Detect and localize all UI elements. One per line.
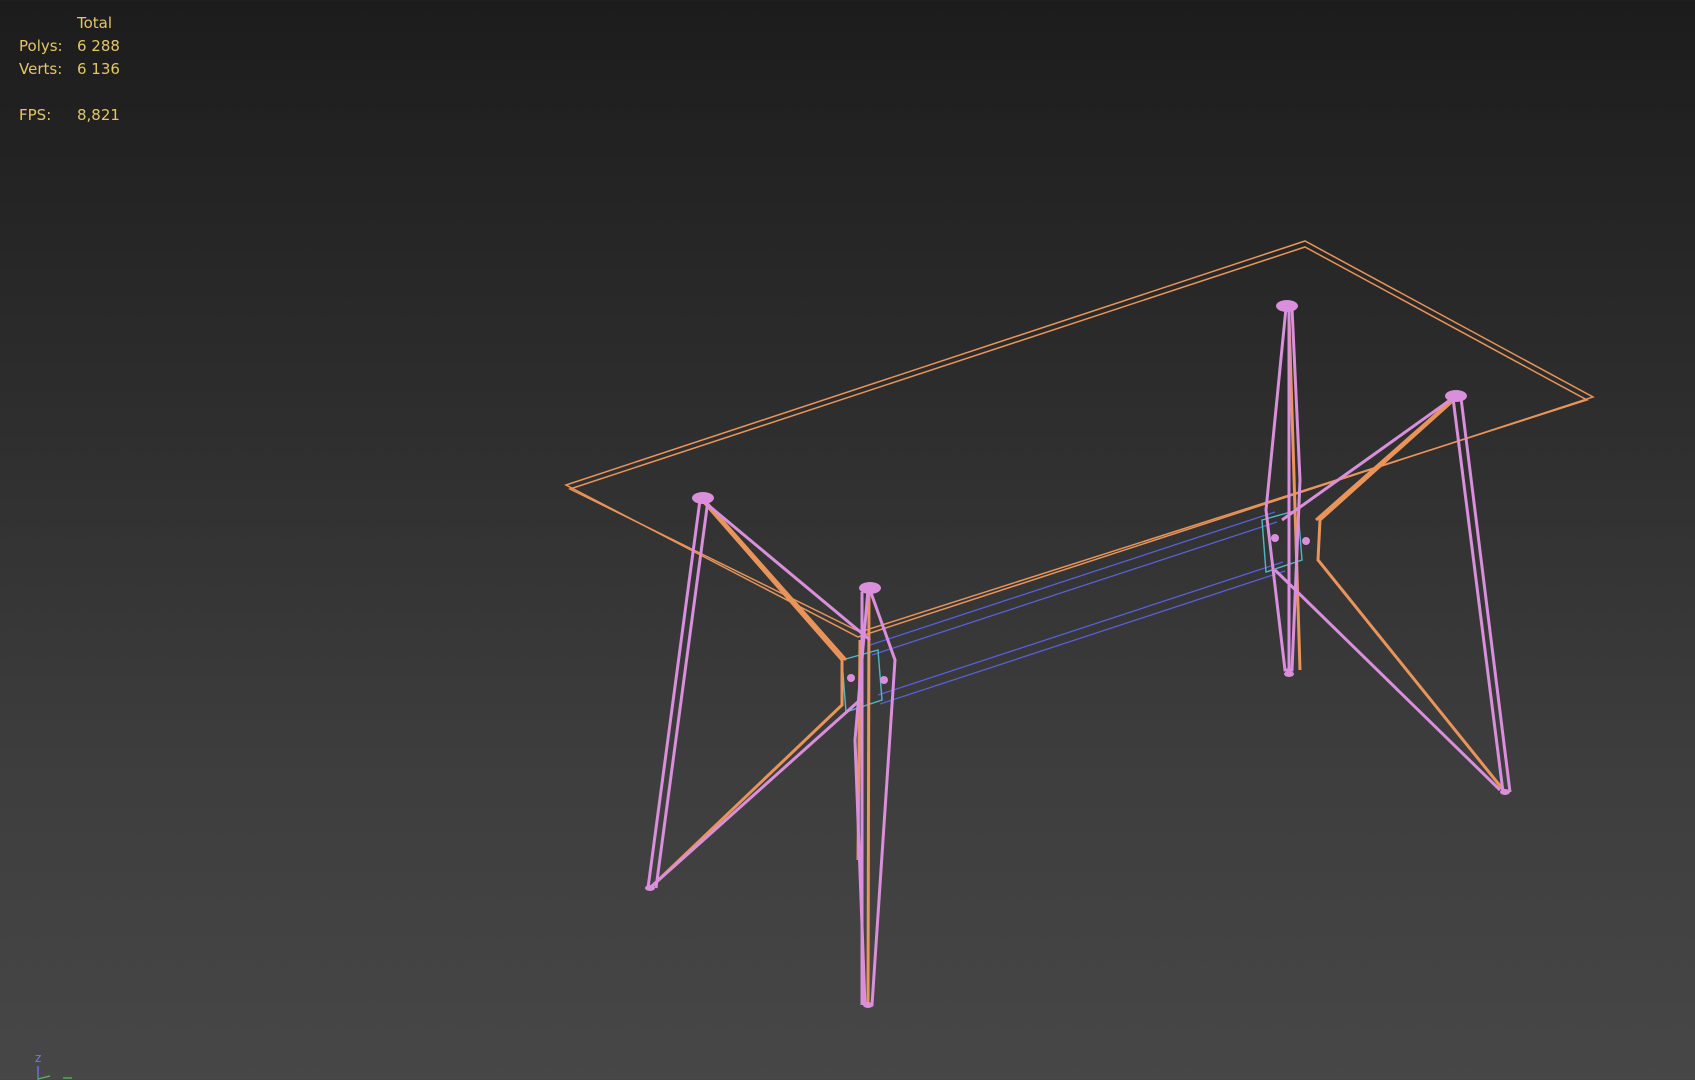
right-leg-caps xyxy=(1271,300,1510,795)
axis-z-label: z xyxy=(35,1051,41,1065)
stats-fps-row: FPS: 8,821 xyxy=(19,104,120,127)
axis-y-line xyxy=(37,1075,51,1080)
verts-value: 6 136 xyxy=(77,60,120,78)
fps-label: FPS: xyxy=(19,106,52,124)
verts-label: Verts: xyxy=(19,60,63,78)
3d-viewport[interactable] xyxy=(0,0,1695,1080)
stats-header-spacer xyxy=(19,12,77,35)
stats-spacer xyxy=(19,81,120,104)
stats-header: Total xyxy=(77,14,113,32)
viewport-statistics: Total Polys: 6 288 Verts: 6 136 FPS: 8,8… xyxy=(19,12,120,127)
fps-value: 8,821 xyxy=(77,106,120,124)
table-wireframe xyxy=(564,240,1595,1008)
stretcher-brackets xyxy=(841,509,1303,713)
stats-verts-row: Verts: 6 136 xyxy=(19,58,120,81)
left-leg-orange xyxy=(648,499,871,1006)
right-leg-pink xyxy=(1264,307,1512,793)
stretcher-rails xyxy=(869,511,1286,705)
table-top xyxy=(564,240,1595,638)
stats-polys-row: Polys: 6 288 xyxy=(19,35,120,58)
stats-header-row: Total xyxy=(19,12,120,35)
axis-tripod: z xyxy=(30,1048,90,1080)
polys-label: Polys: xyxy=(19,37,63,55)
polys-value: 6 288 xyxy=(77,37,120,55)
